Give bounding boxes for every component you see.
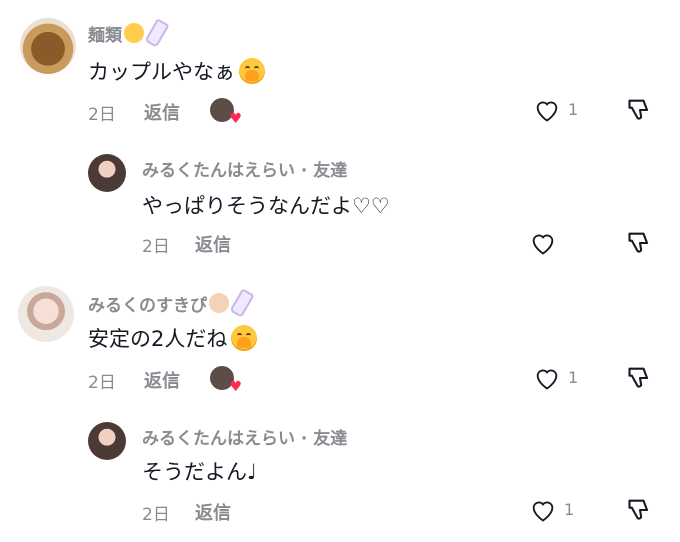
comment-text: そうだよん♩ bbox=[142, 460, 257, 484]
thumbs-down-icon[interactable] bbox=[626, 364, 654, 392]
user-avatar[interactable] bbox=[88, 422, 126, 460]
comment-time: 2日 bbox=[88, 105, 116, 125]
reply-button[interactable]: 返信 bbox=[195, 231, 231, 257]
comment-username[interactable]: みるくのすきぴ bbox=[88, 288, 255, 318]
baby-bottle-emoji-icon bbox=[229, 288, 255, 318]
comment-text: カップルやなぁ bbox=[88, 56, 265, 86]
comment-text: やっぱりそうなんだよ♡♡ bbox=[142, 194, 390, 218]
heart-filled-icon: ♥ bbox=[229, 379, 242, 395]
creator-liked-avatar: ♥ bbox=[210, 366, 242, 394]
creator-liked-avatar: ♥ bbox=[210, 98, 242, 126]
like-count: 1 bbox=[564, 500, 575, 519]
baby-emoji-icon bbox=[209, 293, 229, 313]
comment-time: 2日 bbox=[142, 505, 170, 525]
thumbs-down-icon[interactable] bbox=[626, 96, 654, 124]
baby-emoji-icon bbox=[124, 23, 144, 43]
heart-filled-icon: ♥ bbox=[229, 111, 242, 127]
comment-username[interactable]: みるくたんはえらい · 友達 bbox=[142, 156, 347, 181]
user-avatar[interactable] bbox=[20, 18, 76, 74]
comment-text: 安定の2人だね bbox=[88, 323, 258, 353]
user-avatar[interactable] bbox=[18, 286, 74, 342]
heart-outline-icon[interactable] bbox=[532, 364, 562, 392]
heart-outline-icon[interactable] bbox=[528, 496, 558, 524]
comment-time: 2日 bbox=[88, 373, 116, 393]
reply-button[interactable]: 返信 bbox=[144, 99, 180, 125]
heart-outline-icon[interactable] bbox=[528, 229, 558, 257]
face-with-hand-over-mouth-emoji-icon bbox=[239, 58, 265, 84]
baby-bottle-emoji-icon bbox=[144, 18, 170, 48]
reply-button[interactable]: 返信 bbox=[195, 499, 231, 525]
like-count: 1 bbox=[568, 100, 579, 119]
like-count: 1 bbox=[568, 368, 579, 387]
comment-time: 2日 bbox=[142, 237, 170, 257]
heart-outline-icon[interactable] bbox=[532, 96, 562, 124]
comment-username[interactable]: みるくたんはえらい · 友達 bbox=[142, 424, 347, 449]
thumbs-down-icon[interactable] bbox=[626, 496, 654, 524]
face-with-hand-over-mouth-emoji-icon bbox=[231, 325, 258, 351]
user-avatar[interactable] bbox=[88, 154, 126, 192]
thumbs-down-icon[interactable] bbox=[626, 229, 654, 257]
comment-username[interactable]: 麺類 bbox=[88, 18, 170, 48]
reply-button[interactable]: 返信 bbox=[144, 367, 180, 393]
